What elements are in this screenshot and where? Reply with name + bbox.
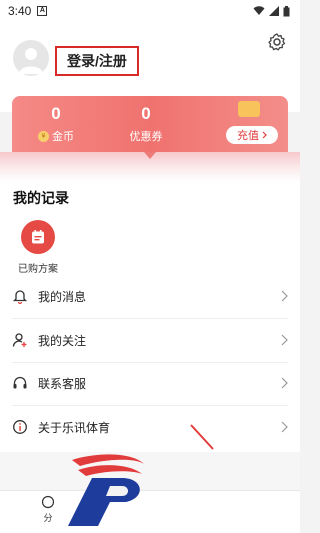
settings-gear-icon[interactable] [267, 32, 287, 52]
records-title: 我的记录 [13, 190, 69, 206]
wallet-notch [144, 152, 156, 159]
avatar[interactable] [13, 40, 49, 76]
purchased-plans-button[interactable]: 已购方案 [14, 220, 62, 275]
purchased-plans-icon [21, 220, 55, 254]
ticket-icon [238, 101, 260, 117]
watermark-logo [68, 454, 144, 526]
coins-label: 金币 [52, 131, 74, 143]
coin-icon: ¥ [38, 130, 49, 142]
chevron-right-icon [281, 421, 288, 433]
records-section: 我的记录 已购方案 我的消息 我的关注 联系客服 关于乐讯体育 [0, 182, 300, 452]
follow-user-icon [12, 333, 27, 347]
menu-item-customer-service[interactable]: 联系客服 [0, 362, 300, 404]
coins-value: 0 [51, 104, 61, 123]
menu-item-about[interactable]: 关于乐讯体育 [0, 406, 300, 448]
status-icons [253, 5, 290, 17]
notification-a-icon: A [37, 6, 48, 16]
recharge-label: 充值 [237, 130, 259, 142]
info-icon [13, 420, 27, 434]
default-avatar-icon [19, 48, 43, 74]
chevron-right-icon [281, 334, 288, 346]
menu-label: 我的消息 [38, 289, 87, 304]
status-time: 3:40 [8, 4, 32, 18]
wifi-icon [253, 6, 265, 15]
menu-item-messages[interactable]: 我的消息 [0, 275, 300, 317]
menu-label: 联系客服 [38, 376, 87, 391]
status-bar: 3:40 A [0, 0, 300, 22]
coins-block[interactable]: 0 ¥ 金币 [38, 104, 74, 144]
headset-icon [13, 376, 27, 389]
annotation-stroke [190, 424, 214, 450]
menu-label: 关于乐讯体育 [38, 420, 111, 435]
coupons-label: 优惠券 [129, 131, 163, 143]
recharge-button[interactable]: 充值 [226, 126, 278, 144]
menu-item-follows[interactable]: 我的关注 [0, 319, 300, 361]
chevron-right-icon [281, 377, 288, 389]
chevron-right-icon [281, 290, 288, 302]
menu-label: 我的关注 [38, 333, 87, 348]
bell-icon [12, 290, 28, 304]
coupons-block[interactable]: 0 优惠券 [124, 104, 168, 144]
wallet-card: 0 ¥ 金币 0 优惠券 充值 [12, 96, 288, 152]
purchased-plans-label: 已购方案 [18, 264, 58, 275]
cellular-icon [269, 6, 279, 16]
battery-icon [283, 5, 290, 16]
login-register-button[interactable]: 登录/注册 [55, 46, 139, 76]
chevron-right-icon [262, 131, 267, 139]
coupons-value: 0 [141, 104, 151, 123]
